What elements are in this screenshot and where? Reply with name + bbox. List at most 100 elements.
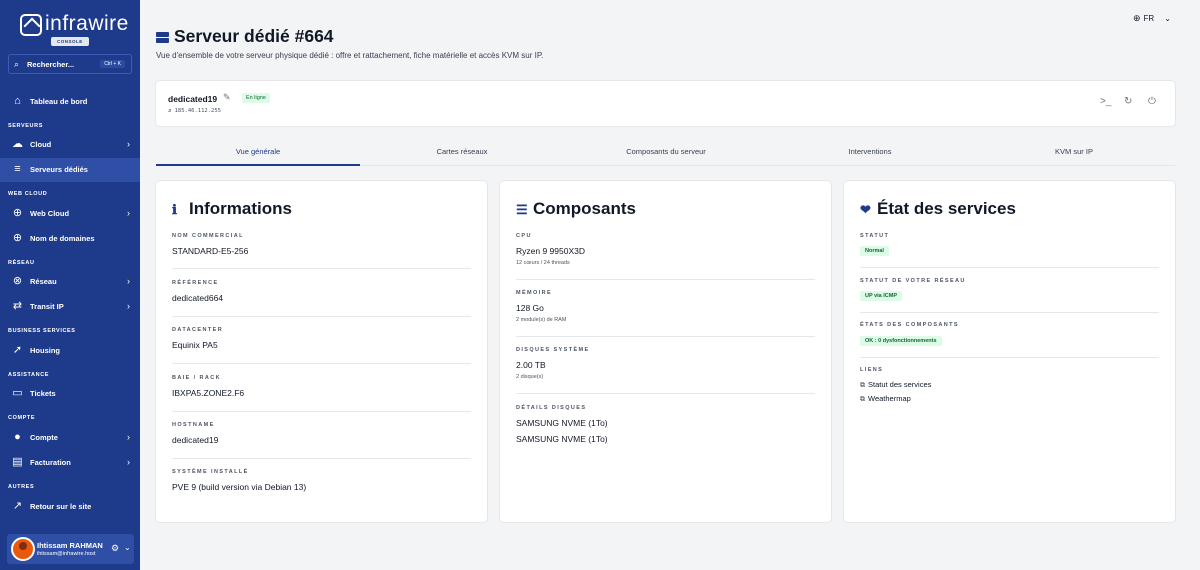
external-link-icon: ↗ bbox=[12, 500, 23, 512]
sidebar-item-billing[interactable]: ▤ Facturation › bbox=[0, 451, 140, 475]
field-label: DISQUES SYSTÈME bbox=[516, 347, 590, 353]
brand-logo[interactable]: infrawire CONSOLE bbox=[20, 12, 128, 48]
sidebar-item-back-site[interactable]: ↗ Retour sur le site bbox=[0, 495, 140, 519]
link-weathermap[interactable]: ⧉ Weathermap bbox=[860, 394, 911, 404]
info-icon: ℹ bbox=[172, 202, 177, 217]
field-value: dedicated19 bbox=[172, 435, 219, 445]
tab-interventions[interactable]: Interventions bbox=[768, 147, 972, 156]
search-shortcut: Ctrl + K bbox=[100, 60, 125, 68]
field-value: 128 Go bbox=[516, 303, 544, 313]
disk-item: SAMSUNG NVME (1To) bbox=[516, 418, 608, 428]
page-subtitle: Vue d'ensemble de votre serveur physique… bbox=[156, 51, 544, 60]
invoice-icon: ▤ bbox=[12, 456, 23, 468]
sidebar-section-network: RÉSEAU bbox=[8, 260, 35, 266]
sidebar-item-domains[interactable]: ⊕ Nom de domaines bbox=[0, 227, 140, 251]
divider bbox=[172, 363, 471, 364]
sidebar-item-label: Compte bbox=[30, 433, 58, 442]
chevron-down-icon[interactable]: ⌄ bbox=[124, 543, 131, 552]
server-summary-card: dedicated19 ✎ En ligne ⇵ 185.46.112.255 … bbox=[156, 81, 1175, 126]
language-selector[interactable]: ⊕ FR ⌄ bbox=[1133, 13, 1171, 24]
sidebar-item-label: Serveurs dédiés bbox=[30, 165, 88, 174]
sidebar-item-label: Cloud bbox=[30, 140, 52, 149]
chevron-right-icon: › bbox=[127, 457, 130, 467]
search-icon: ⌕ bbox=[14, 59, 20, 69]
field-value: Ryzen 9 9950X3D bbox=[516, 246, 585, 256]
sidebar-item-account[interactable]: ● Compte › bbox=[0, 426, 140, 450]
field-sub: 12 cœurs / 24 threads bbox=[516, 260, 570, 266]
tab-network-cards[interactable]: Cartes réseaux bbox=[360, 147, 564, 156]
field-value: 2.00 TB bbox=[516, 360, 546, 370]
divider bbox=[860, 312, 1159, 313]
home-icon: ⌂ bbox=[14, 95, 21, 107]
refresh-icon[interactable]: ↻ bbox=[1124, 96, 1132, 107]
field-label: MÉMOIRE bbox=[516, 290, 553, 296]
disk-item: SAMSUNG NVME (1To) bbox=[516, 434, 608, 444]
sidebar-item-label: Facturation bbox=[30, 458, 71, 467]
server-ip: ⇵ 185.46.112.255 bbox=[168, 108, 221, 114]
power-icon[interactable]: ⏻ bbox=[1148, 96, 1156, 107]
server-icon: ≡ bbox=[14, 163, 21, 175]
sidebar-item-tickets[interactable]: ▭ Tickets bbox=[0, 382, 140, 406]
field-value: IBXPA5.ZONE2.F6 bbox=[172, 388, 245, 398]
sidebar-section-other: AUTRES bbox=[8, 484, 35, 490]
rocket-icon: ➚ bbox=[12, 344, 23, 356]
user-menu[interactable]: Ihtissam RAHMAN ihtissam@infrawire.host … bbox=[7, 534, 134, 564]
divider bbox=[172, 316, 471, 317]
divider bbox=[860, 267, 1159, 268]
tab-server-components[interactable]: Composants du serveur bbox=[564, 147, 768, 156]
field-sub: 2 module(s) de RAM bbox=[516, 317, 567, 323]
brand-mark-icon bbox=[20, 14, 42, 36]
field-value: dedicated664 bbox=[172, 293, 224, 303]
sidebar-item-housing[interactable]: ➚ Housing bbox=[0, 339, 140, 363]
sidebar-item-label: Nom de domaines bbox=[30, 234, 95, 243]
brand-badge: CONSOLE bbox=[51, 37, 89, 46]
user-name: Ihtissam RAHMAN bbox=[37, 541, 103, 550]
avatar bbox=[11, 537, 35, 561]
sidebar-item-label: Tableau de bord bbox=[30, 97, 88, 106]
sidebar: infrawire CONSOLE ⌕ Rechercher... Ctrl +… bbox=[0, 0, 140, 570]
edit-pencil-icon[interactable]: ✎ bbox=[223, 92, 231, 103]
network-icon: ⊗ bbox=[12, 275, 23, 287]
ticket-icon: ▭ bbox=[12, 387, 23, 399]
external-link-icon: ⧉ bbox=[860, 396, 865, 403]
brand-name: infrawire bbox=[45, 12, 129, 35]
sidebar-item-label: Retour sur le site bbox=[30, 502, 92, 511]
field-label: CPU bbox=[516, 233, 532, 239]
language-code: FR bbox=[1143, 14, 1155, 23]
field-label: DÉTAILS DISQUES bbox=[516, 405, 587, 411]
terminal-icon[interactable]: >_ bbox=[1100, 96, 1111, 107]
chevron-right-icon: › bbox=[127, 139, 130, 149]
user-email: ihtissam@infrawire.host bbox=[37, 551, 96, 557]
field-label: LIENS bbox=[860, 367, 884, 373]
search-button[interactable]: ⌕ Rechercher... Ctrl + K bbox=[8, 54, 132, 74]
link-label: Weathermap bbox=[868, 394, 911, 403]
chevron-down-icon: ⌄ bbox=[1164, 14, 1171, 23]
sidebar-item-label: Transit IP bbox=[30, 302, 64, 311]
sidebar-item-label: Web Cloud bbox=[30, 209, 70, 218]
sidebar-item-web-cloud[interactable]: ⊕ Web Cloud › bbox=[0, 202, 140, 226]
field-label: HOSTNAME bbox=[172, 422, 215, 428]
globe-icon: ⊕ bbox=[1133, 13, 1141, 23]
panel-title-text: Informations bbox=[189, 199, 292, 218]
sidebar-item-dedicated-servers[interactable]: ≡ Serveurs dédiés bbox=[0, 158, 140, 182]
sidebar-item-ip-transit[interactable]: ⇄ Transit IP › bbox=[0, 295, 140, 319]
heart-pulse-icon: ❤ bbox=[860, 202, 871, 217]
link-service-status[interactable]: ⧉ Statut des services bbox=[860, 380, 931, 390]
field-label: NOM COMMERCIAL bbox=[172, 233, 244, 239]
external-link-icon: ⧉ bbox=[860, 382, 865, 389]
sidebar-section-support: ASSISTANCE bbox=[8, 372, 50, 378]
tab-kvm-over-ip[interactable]: KVM sur IP bbox=[972, 147, 1176, 156]
gear-icon[interactable]: ⚙ bbox=[111, 543, 119, 554]
chevron-right-icon: › bbox=[127, 301, 130, 311]
sidebar-item-network[interactable]: ⊗ Réseau › bbox=[0, 270, 140, 294]
sidebar-item-label: Housing bbox=[30, 346, 60, 355]
sidebar-item-cloud[interactable]: ☁ Cloud › bbox=[0, 133, 140, 157]
field-label: DATACENTER bbox=[172, 327, 224, 333]
transit-icon: ⇄ bbox=[12, 300, 23, 312]
chevron-right-icon: › bbox=[127, 432, 130, 442]
tab-overview[interactable]: Vue générale bbox=[156, 147, 360, 156]
sidebar-item-dashboard[interactable]: ⌂ Tableau de bord bbox=[0, 90, 140, 114]
server-icon bbox=[156, 32, 169, 43]
link-label: Statut des services bbox=[868, 380, 932, 389]
sidebar-section-web-cloud: WEB CLOUD bbox=[8, 191, 48, 197]
